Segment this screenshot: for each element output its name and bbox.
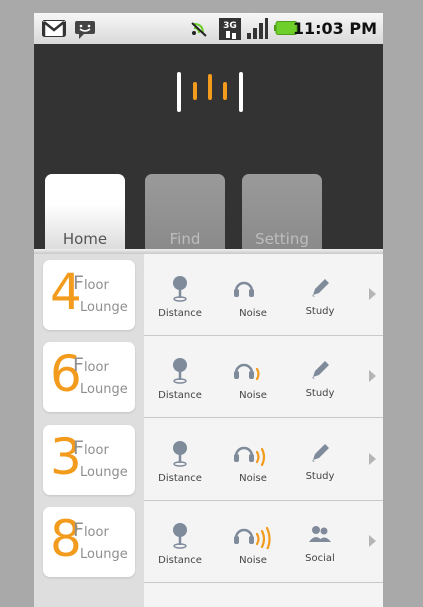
app-logo bbox=[177, 72, 243, 112]
floor-label: Floor bbox=[73, 519, 109, 541]
activity-label: Study bbox=[305, 388, 335, 399]
tab-setting[interactable]: Setting bbox=[242, 174, 322, 250]
messaging-icon bbox=[75, 21, 95, 39]
distance-pin-icon bbox=[173, 276, 187, 302]
noise-headphones-icon bbox=[234, 281, 254, 297]
tab-home-label: Home bbox=[62, 230, 108, 248]
lounge-label: Lounge bbox=[80, 382, 128, 397]
floor-row-6[interactable]: 6 Floor Lounge Distance Noise Study bbox=[34, 336, 383, 418]
chevron-right-icon[interactable] bbox=[369, 370, 376, 382]
lounge-label: Lounge bbox=[80, 465, 128, 480]
floor-row-4[interactable]: 4 Floor Lounge Distance Noise Study bbox=[34, 254, 383, 336]
activity-label: Social bbox=[305, 553, 335, 564]
signal-icon bbox=[247, 18, 268, 39]
row-divider bbox=[144, 582, 383, 583]
noise-label: Noise bbox=[239, 555, 267, 566]
app-header: Home Find Setting bbox=[34, 44, 383, 250]
noise-feature: Noise bbox=[218, 439, 288, 484]
floor-label: Floor bbox=[73, 437, 109, 459]
noise-label: Noise bbox=[239, 390, 267, 401]
distance-feature: Distance bbox=[145, 439, 215, 484]
floor-card[interactable]: 6 Floor Lounge bbox=[43, 342, 135, 412]
noise-feature: Noise bbox=[218, 274, 288, 319]
noise-headphones-icon bbox=[234, 363, 260, 381]
status-bar: 3G 11:03 PM bbox=[34, 13, 383, 44]
lounge-label: Lounge bbox=[80, 547, 128, 562]
activity-feature: Study bbox=[285, 358, 355, 399]
floor-label: Floor bbox=[73, 354, 109, 376]
floor-card[interactable]: 3 Floor Lounge bbox=[43, 425, 135, 495]
chevron-right-icon[interactable] bbox=[369, 535, 376, 547]
noise-feature: Noise bbox=[218, 521, 288, 566]
activity-feature: Study bbox=[285, 276, 355, 317]
phone-screen: 3G 11:03 PM Home Find Setting 4 Floor Lo… bbox=[34, 13, 383, 607]
floor-row-8[interactable]: 8 Floor Lounge Distance Noise Social bbox=[34, 501, 383, 583]
wifi-icon bbox=[191, 22, 207, 37]
noise-headphones-icon bbox=[234, 526, 271, 549]
chevron-right-icon[interactable] bbox=[369, 288, 376, 300]
svg-text:3G: 3G bbox=[223, 21, 237, 31]
chevron-right-icon[interactable] bbox=[369, 453, 376, 465]
activity-label: Study bbox=[305, 471, 335, 482]
tab-setting-label: Setting bbox=[255, 230, 309, 248]
noise-feature: Noise bbox=[218, 356, 288, 401]
pencil-icon bbox=[312, 361, 329, 379]
people-icon bbox=[309, 526, 331, 542]
clock: 11:03 PM bbox=[292, 19, 377, 38]
tab-home[interactable]: Home bbox=[45, 174, 125, 250]
activity-feature: Social bbox=[285, 523, 355, 564]
distance-label: Distance bbox=[158, 390, 202, 401]
distance-label: Distance bbox=[158, 473, 202, 484]
distance-label: Distance bbox=[158, 555, 202, 566]
floor-card[interactable]: 4 Floor Lounge bbox=[43, 260, 135, 330]
floor-card[interactable]: 8 Floor Lounge bbox=[43, 507, 135, 577]
activity-feature: Study bbox=[285, 441, 355, 482]
3g-icon: 3G bbox=[219, 18, 241, 40]
distance-pin-icon bbox=[173, 441, 187, 467]
gmail-icon bbox=[42, 20, 66, 37]
pencil-icon bbox=[312, 444, 329, 462]
distance-pin-icon bbox=[173, 523, 187, 549]
floor-row-3[interactable]: 3 Floor Lounge Distance Noise Study bbox=[34, 419, 383, 501]
activity-label: Study bbox=[305, 306, 335, 317]
distance-pin-icon bbox=[173, 358, 187, 384]
distance-label: Distance bbox=[158, 308, 202, 319]
floor-label: Floor bbox=[73, 272, 109, 294]
noise-label: Noise bbox=[239, 473, 267, 484]
noise-headphones-icon bbox=[234, 446, 266, 467]
tab-find-label: Find bbox=[169, 230, 201, 248]
distance-feature: Distance bbox=[145, 521, 215, 566]
row-divider bbox=[144, 417, 383, 418]
distance-feature: Distance bbox=[145, 356, 215, 401]
noise-label: Noise bbox=[239, 308, 267, 319]
distance-feature: Distance bbox=[145, 274, 215, 319]
pencil-icon bbox=[312, 279, 329, 297]
lounge-label: Lounge bbox=[80, 300, 128, 315]
tab-find[interactable]: Find bbox=[145, 174, 225, 250]
